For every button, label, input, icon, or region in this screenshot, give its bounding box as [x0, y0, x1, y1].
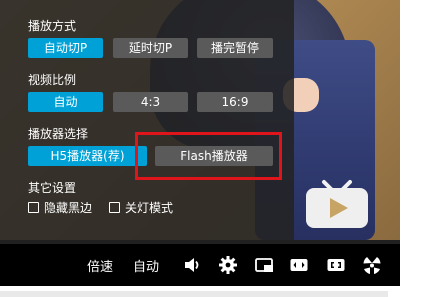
aspect-ratio-16-9-button[interactable]: 16:9: [197, 92, 273, 112]
hide-black-border-label: 隐藏黑边: [44, 201, 93, 215]
player-control-bar: 倍速 自动: [0, 244, 400, 286]
html5-player-button[interactable]: H5播放器(荐): [28, 146, 147, 166]
lights-off-checkbox[interactable]: [109, 202, 120, 213]
lights-off-label: 关灯模式: [125, 201, 174, 215]
web-fullscreen-icon[interactable]: [326, 255, 346, 275]
quality-auto-button[interactable]: 自动: [133, 256, 159, 275]
play-mode-pause-end-button[interactable]: 播完暂停: [197, 38, 273, 58]
widescreen-icon[interactable]: [289, 255, 309, 275]
page-right-margin: [400, 0, 429, 286]
picture-in-picture-icon[interactable]: [254, 255, 274, 275]
aspect-ratio-title: 视频比例: [28, 73, 77, 87]
volume-icon[interactable]: [182, 255, 202, 275]
aspect-ratio-auto-button[interactable]: 自动: [28, 92, 103, 112]
settings-gear-icon[interactable]: [218, 255, 238, 275]
play-mode-title: 播放方式: [28, 19, 77, 33]
player-select-title: 播放器选择: [28, 127, 89, 141]
other-settings-title: 其它设置: [28, 181, 77, 195]
play-mode-auto-next-button[interactable]: 自动切P: [28, 38, 103, 58]
hide-black-border-checkbox[interactable]: [28, 202, 39, 213]
aspect-ratio-4-3-button[interactable]: 4:3: [113, 92, 188, 112]
page-footer-bar: [0, 291, 388, 297]
playback-speed-button[interactable]: 倍速: [87, 256, 113, 275]
play-mode-delay-next-button[interactable]: 延时切P: [113, 38, 188, 58]
fullscreen-icon[interactable]: [362, 255, 382, 275]
bilibili-tv-logo-icon: [304, 176, 370, 228]
flash-player-highlight-annotation: [135, 132, 282, 180]
